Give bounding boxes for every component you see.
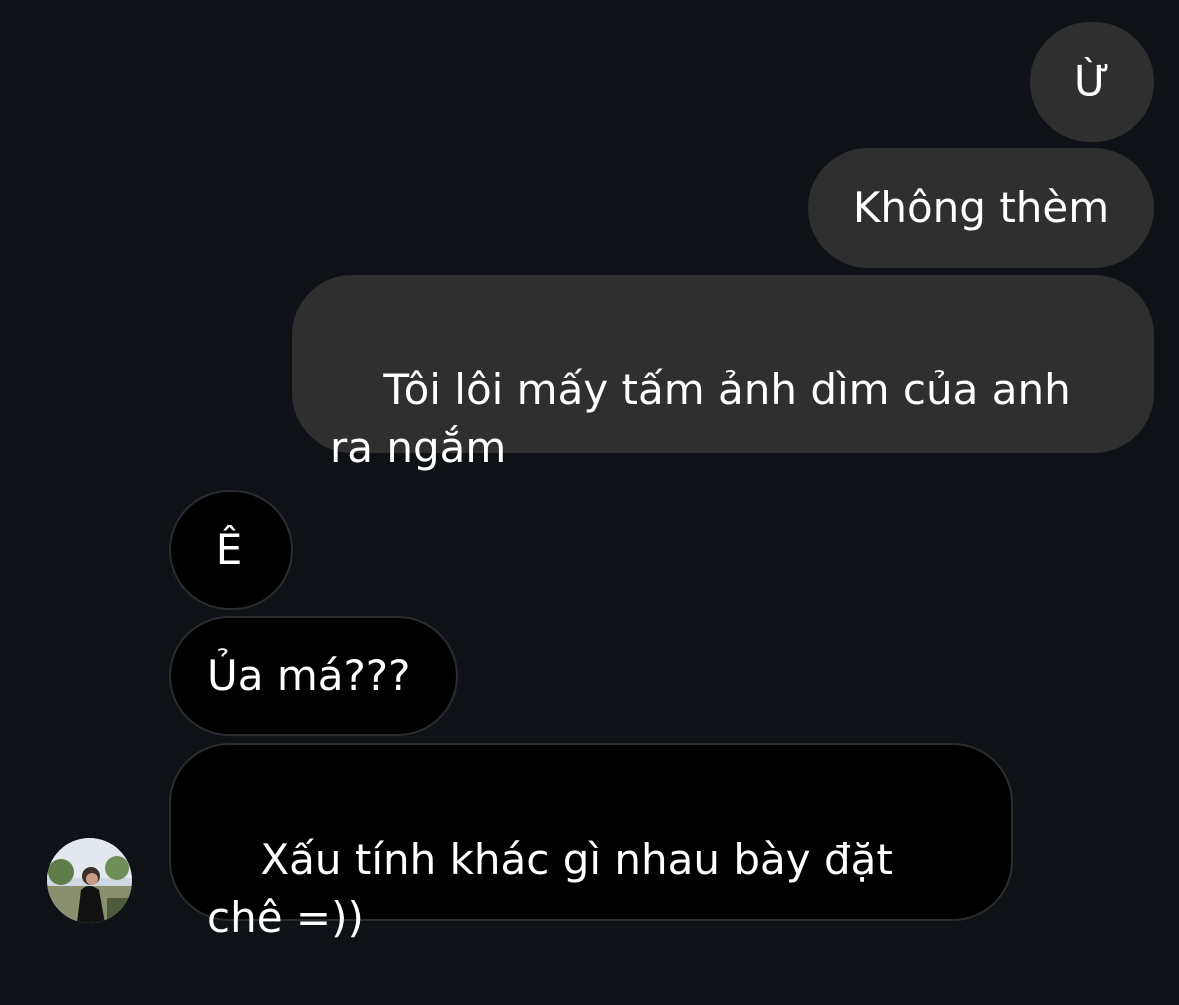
sent-message-bubble[interactable]: Ừ [1030,22,1154,142]
message-text: Ê [215,525,243,574]
contact-avatar[interactable] [47,838,132,923]
sent-message-bubble[interactable]: Không thèm [808,148,1154,268]
received-message-bubble[interactable]: Xấu tính khác gì nhau bày đặt chê =)) [169,743,1013,942]
message-text: Ừ [1073,57,1111,106]
message-text: Tôi lôi mấy tấm ảnh dìm của anh ra ngắm [330,365,1085,472]
received-message-bubble[interactable]: Ủa má??? [169,616,458,736]
message-text: Ủa má??? [207,651,411,700]
message-text: Không thèm [852,183,1110,232]
contact-avatar-photo [47,838,132,923]
message-text: Xấu tính khác gì nhau bày đặt chê =)) [207,835,907,942]
received-message-bubble[interactable]: Ê [169,490,293,610]
sent-message-bubble[interactable]: Tôi lôi mấy tấm ảnh dìm của anh ra ngắm [292,275,1154,472]
